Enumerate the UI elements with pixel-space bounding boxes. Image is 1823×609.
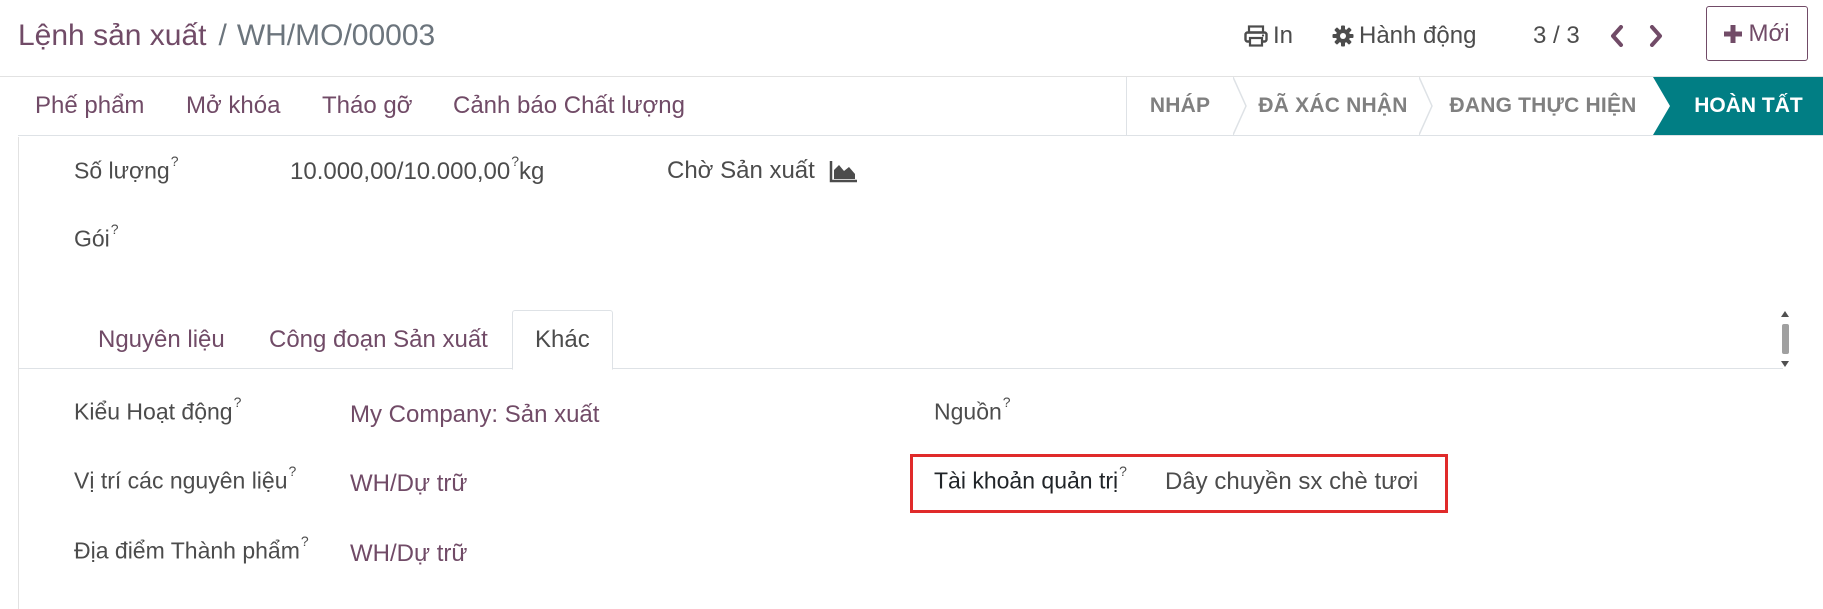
package-label: Gói? (74, 221, 119, 252)
pager-previous-button[interactable] (1605, 20, 1629, 52)
production-status: Chờ Sản xuất (667, 157, 815, 184)
stage-done[interactable]: HOÀN TẤT (1653, 77, 1823, 135)
stage-separator (1233, 77, 1247, 135)
plus-icon (1724, 24, 1743, 43)
scroll-down-icon[interactable] (1781, 361, 1789, 367)
operation-type-link[interactable]: My Company: Sản xuất (350, 401, 599, 429)
status-bar: Phế phẩm Mở khóa Tháo gỡ Cảnh báo Chất l… (18, 77, 1823, 136)
quality-alert-button[interactable]: Cảnh báo Chất lượng (453, 77, 685, 135)
scrap-button[interactable]: Phế phẩm (35, 77, 144, 135)
control-panel: Lệnh sản xuất / WH/MO/00003 In Hành động… (0, 0, 1823, 77)
breadcrumb-separator: / (218, 19, 227, 52)
stage-in-progress[interactable]: ĐANG THỰC HIỆN (1433, 77, 1653, 135)
chevron-left-icon (1611, 25, 1623, 47)
action-label: Hành động (1359, 22, 1477, 49)
scrollbar[interactable] (1778, 311, 1792, 367)
pager-next-button[interactable] (1644, 20, 1668, 52)
help-icon[interactable]: ? (511, 153, 519, 169)
scroll-thumb[interactable] (1782, 324, 1789, 354)
origin-label: Nguồn? (934, 394, 1011, 425)
stage-pipeline: NHÁP ĐÃ XÁC NHẬN ĐANG THỰC HIỆN HOÀN TẤT (1126, 77, 1823, 135)
area-chart-icon[interactable] (829, 159, 859, 183)
source-location-label: Vị trí các nguyên liệu? (74, 463, 297, 494)
source-location-link[interactable]: WH/Dự trữ (350, 470, 467, 498)
help-icon[interactable]: ? (111, 221, 119, 237)
stage-separator (1419, 77, 1433, 135)
new-record-button[interactable]: Mới (1706, 6, 1808, 61)
chevron-right-icon (1650, 25, 1662, 47)
operation-type-label: Kiểu Hoạt động? (74, 394, 242, 425)
stage-confirmed[interactable]: ĐÃ XÁC NHẬN (1247, 77, 1419, 135)
quantity-value: 10.000,00/10.000,00?kg (290, 153, 545, 185)
tab-work-orders[interactable]: Công đoạn Sản xuất (247, 311, 510, 369)
unlock-button[interactable]: Mở khóa (186, 77, 280, 135)
new-label: Mới (1748, 19, 1790, 47)
stage-done-label: HOÀN TẤT (1694, 94, 1803, 117)
quantity-label: Số lượng? (74, 153, 179, 184)
destination-location-label: Địa điểm Thành phẩm? (74, 533, 309, 564)
unbuild-button[interactable]: Tháo gỡ (322, 77, 412, 135)
printer-icon (1244, 25, 1268, 47)
help-icon[interactable]: ? (289, 463, 297, 479)
tab-miscellaneous[interactable]: Khác (512, 310, 613, 370)
destination-location-link[interactable]: WH/Dự trữ (350, 540, 467, 568)
record-title: WH/MO/00003 (236, 19, 436, 52)
highlight-box (910, 454, 1448, 513)
help-icon[interactable]: ? (301, 533, 309, 549)
gear-icon (1332, 25, 1354, 47)
print-button[interactable]: In (1244, 18, 1293, 54)
help-icon[interactable]: ? (1003, 394, 1011, 410)
tab-components[interactable]: Nguyên liệu (76, 311, 247, 369)
breadcrumb: Lệnh sản xuất / WH/MO/00003 (18, 16, 435, 56)
help-icon[interactable]: ? (234, 394, 242, 410)
help-icon[interactable]: ? (171, 153, 179, 169)
form-sheet: Số lượng? 10.000,00/10.000,00?kg Chờ Sản… (18, 137, 1783, 609)
stage-draft[interactable]: NHÁP (1127, 77, 1233, 135)
breadcrumb-parent-link[interactable]: Lệnh sản xuất (18, 19, 206, 52)
print-label: In (1273, 22, 1294, 49)
pager-value[interactable]: 3 / 3 (1533, 18, 1580, 54)
scroll-up-icon[interactable] (1781, 311, 1789, 317)
action-menu-button[interactable]: Hành động (1332, 18, 1476, 54)
